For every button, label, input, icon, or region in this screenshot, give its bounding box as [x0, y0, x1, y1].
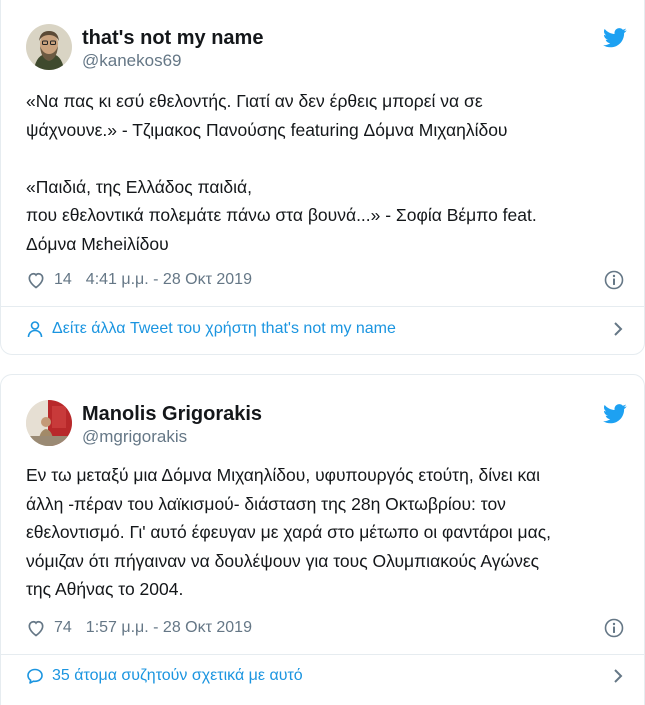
display-name[interactable]: that's not my name — [82, 26, 263, 50]
speech-bubble-icon — [27, 668, 43, 684]
conversation-label: 35 άτομα συζητούν σχετικά με αυτό — [52, 667, 303, 684]
user-handle[interactable]: @mgrigorakis — [82, 427, 187, 447]
tweet-text: «Να πας κι εσύ εθελοντής. Γιατί αν δεν έ… — [26, 91, 537, 254]
chevron-right-icon — [614, 322, 623, 336]
info-icon[interactable] — [604, 618, 624, 638]
conversation-link[interactable]: 35 άτομα συζητούν σχετικά με αυτό — [26, 667, 624, 685]
more-tweets-link[interactable]: Δείτε άλλα Tweet του χρήστη that's not m… — [26, 320, 624, 338]
like-count: 74 — [54, 619, 72, 636]
info-icon[interactable] — [604, 270, 624, 290]
display-name[interactable]: Manolis Grigorakis — [82, 402, 262, 426]
chevron-right-icon — [614, 669, 623, 683]
twitter-bird-icon[interactable] — [603, 28, 627, 48]
tweet-meta: 14 4:41 μ.μ. - 28 Οκτ 2019 — [26, 270, 252, 290]
tweet-card-2: Manolis Grigorakis @mgrigorakis Εν τω με… — [0, 374, 645, 705]
tweet-text: Εν τω μεταξύ μια Δόμνα Μιχαηλίδου, υφυπο… — [26, 465, 551, 600]
avatar[interactable] — [26, 24, 72, 70]
tweet-meta: 74 1:57 μ.μ. - 28 Οκτ 2019 — [26, 618, 252, 638]
avatar[interactable] — [26, 400, 72, 446]
timestamp[interactable]: 1:57 μ.μ. - 28 Οκτ 2019 — [86, 619, 252, 637]
divider — [1, 654, 644, 655]
person-icon — [27, 321, 43, 338]
twitter-bird-icon[interactable] — [603, 404, 627, 424]
user-handle[interactable]: @kanekos69 — [82, 51, 182, 71]
divider — [1, 306, 644, 307]
heart-icon[interactable] — [26, 270, 46, 290]
like-count: 14 — [54, 271, 72, 288]
heart-icon[interactable] — [26, 618, 46, 638]
tweet-card-1: that's not my name @kanekos69 «Να πας κι… — [0, 0, 645, 355]
more-tweets-label: Δείτε άλλα Tweet του χρήστη that's not m… — [52, 320, 396, 337]
timestamp[interactable]: 4:41 μ.μ. - 28 Οκτ 2019 — [86, 271, 252, 289]
